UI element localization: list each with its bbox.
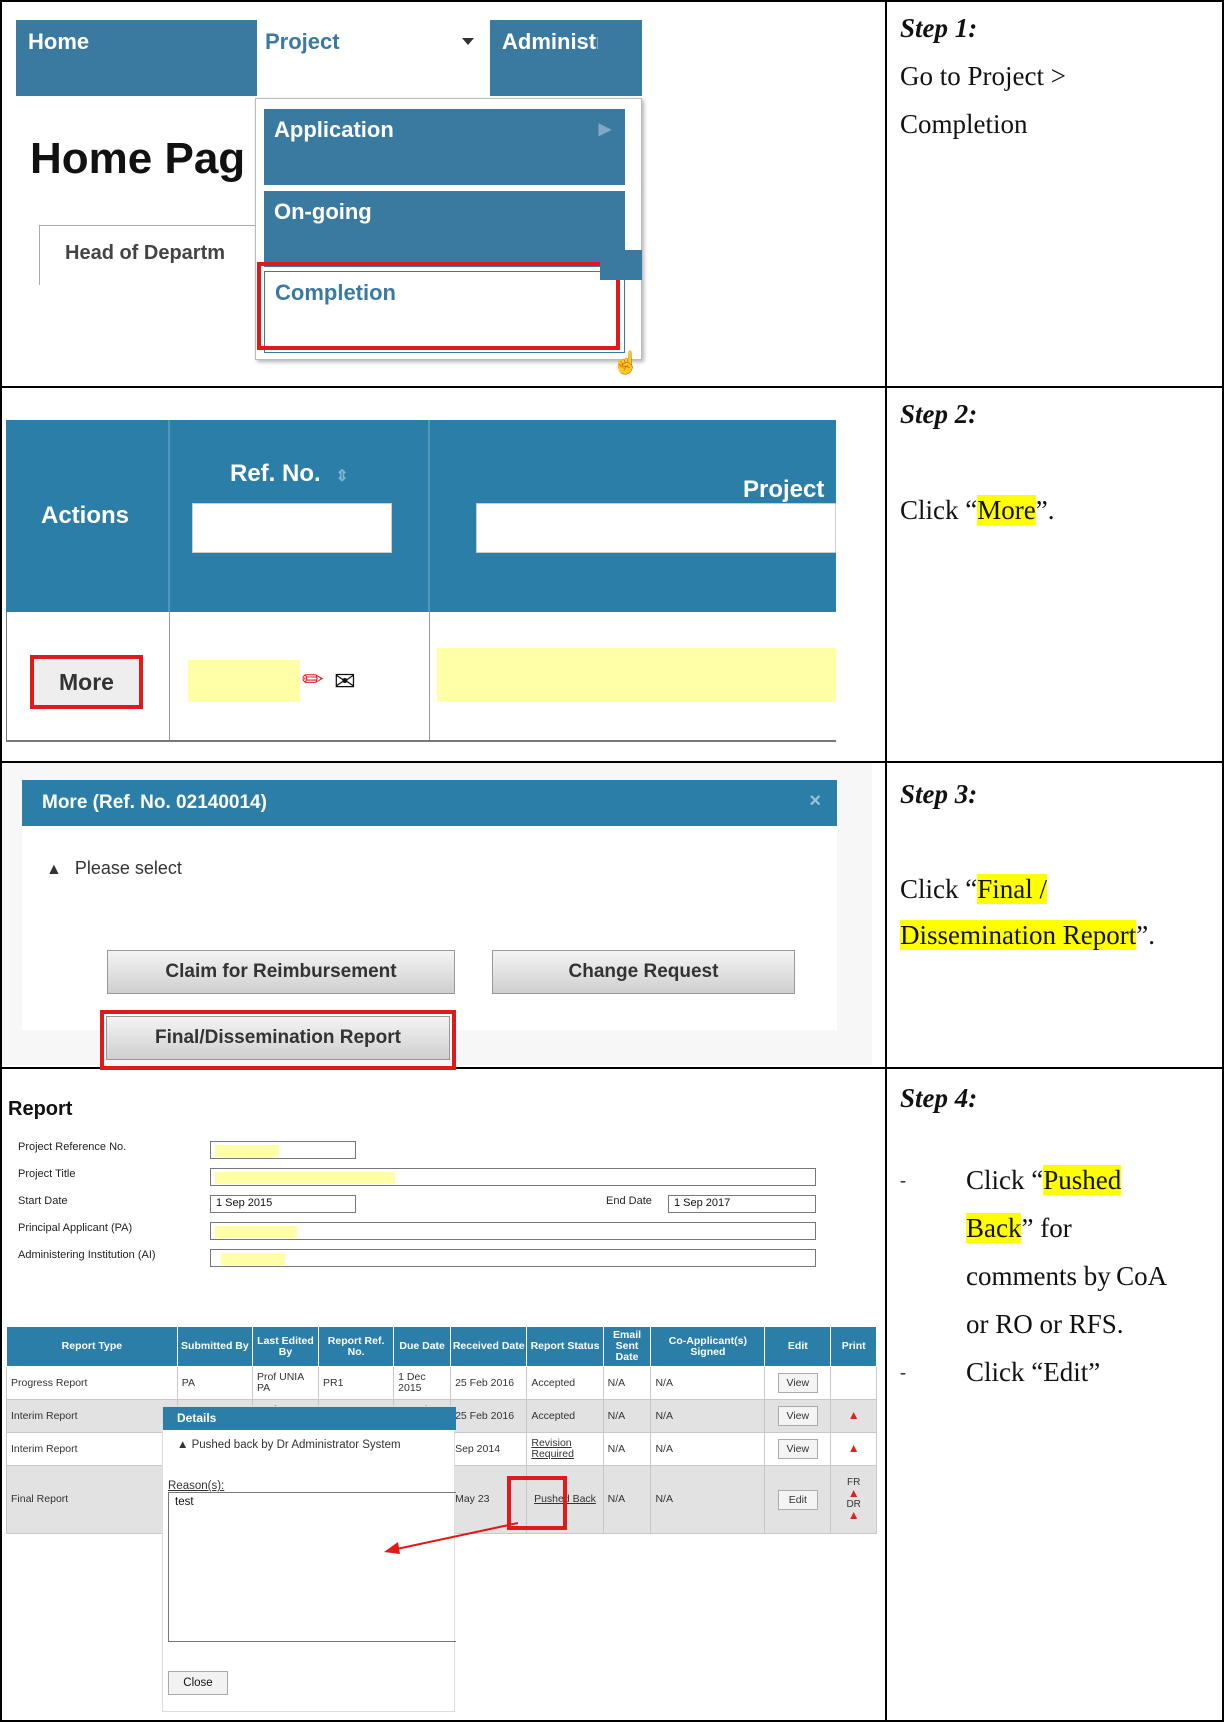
highlight-dissemination: Dissemination Report <box>900 920 1137 950</box>
highlight-box-final-report <box>100 1010 456 1070</box>
menu-item-on-going[interactable]: On-going <box>264 191 625 267</box>
step4-instruction: Step 4: - Click “Pushed Back” for commen… <box>900 1074 1222 1396</box>
table-header: Actions Ref. No. ⇕ Project <box>6 420 836 612</box>
more-button[interactable]: More <box>30 655 143 709</box>
chevron-down-icon <box>462 38 474 45</box>
highlight-back: Back <box>966 1213 1022 1243</box>
header-actions: Actions <box>41 502 130 529</box>
view-button[interactable]: View <box>777 1406 818 1426</box>
ref-no-filter-input[interactable] <box>192 503 392 553</box>
highlight-pushed: Pushed <box>1043 1165 1122 1195</box>
close-icon[interactable]: × <box>809 790 821 813</box>
details-message: ▲ Pushed back by Dr Administrator System <box>177 1439 401 1451</box>
redacted-ref-no <box>188 660 300 702</box>
table-row: Progress Report PA Prof UNIA PA PR1 1 Dec 20… <box>6 1366 877 1400</box>
step1-text-line1: Go to Project > <box>900 61 1066 91</box>
pdf-icon[interactable]: ✏ <box>302 664 324 695</box>
step1-instruction: Step 1: Go to Project > Completion <box>900 4 1222 148</box>
view-button[interactable]: View <box>777 1373 818 1393</box>
report-title: Report <box>8 1098 73 1120</box>
highlight-final: Final / <box>977 874 1047 904</box>
page-heading: Home Pag <box>30 134 246 183</box>
step3-instruction: Step 3: Click “Final / Dissemination Rep… <box>900 770 1222 958</box>
field-end-date: 1 Sep 2017 <box>668 1195 816 1213</box>
change-request-button[interactable]: Change Request <box>492 950 795 994</box>
cursor-icon: ☝ <box>612 350 640 375</box>
view-button[interactable]: View <box>777 1439 818 1459</box>
dialog-title: More (Ref. No. 02140014) × <box>22 780 837 826</box>
status-link[interactable]: Revision Required <box>526 1432 604 1466</box>
print-cell: FR ▲ DR ▲ <box>830 1465 877 1534</box>
mail-icon[interactable]: ✉ <box>334 666 356 697</box>
label-project-title: Project Title <box>18 1168 76 1180</box>
label-pa: Principal Applicant (PA) <box>18 1222 133 1234</box>
field-pa <box>210 1222 816 1240</box>
warning-icon: ▲ <box>46 861 62 878</box>
annotation-arrow <box>384 1522 519 1554</box>
label-ref-no: Project Reference No. <box>18 1141 127 1153</box>
step3-label: Step 3: <box>900 779 978 809</box>
field-project-title <box>210 1168 816 1186</box>
tab-head-of-department[interactable]: Head of Departm <box>39 225 257 285</box>
step4-label: Step 4: <box>900 1083 978 1113</box>
step1-label: Step 1: <box>900 13 978 43</box>
pdf-icon[interactable]: ▲ <box>848 1486 860 1500</box>
label-ai: Administering Institution (AI) <box>18 1249 156 1261</box>
report-table-header: Report Type Submitted By Last Edited By … <box>6 1326 877 1367</box>
sort-icon: ⇕ <box>335 468 349 485</box>
redacted-project-title <box>437 648 836 702</box>
step1-text-line2: Completion <box>900 109 1028 139</box>
nav-project[interactable]: Project <box>257 20 490 96</box>
reasons-label: Reason(s): <box>168 1480 225 1492</box>
nav-home[interactable]: Home <box>28 29 89 55</box>
pdf-icon[interactable]: ▲ <box>848 1508 860 1522</box>
details-title: Details <box>163 1407 456 1430</box>
step2-label: Step 2: <box>900 399 978 429</box>
pdf-icon[interactable]: ▲ <box>848 1408 860 1422</box>
header-ref-no[interactable]: Ref. No. ⇕ <box>230 460 349 488</box>
project-filter-input[interactable] <box>476 503 836 553</box>
field-ai <box>210 1249 816 1267</box>
chevron-right-icon: ▶ <box>598 121 611 138</box>
reasons-textarea[interactable]: test <box>168 1492 456 1642</box>
label-end-date: End Date <box>606 1195 652 1207</box>
menu-item-application[interactable]: Application ▶ <box>264 109 625 185</box>
field-start-date: 1 Sep 2015 <box>210 1195 356 1213</box>
label-start-date: Start Date <box>18 1195 68 1207</box>
warning-icon: ▲ <box>177 1439 189 1451</box>
highlight-more: More <box>977 495 1036 525</box>
edit-button[interactable]: Edit <box>777 1489 818 1510</box>
step2-instruction: Step 2: Click “More”. <box>900 390 1222 534</box>
more-dialog: More (Ref. No. 02140014) × ▲ Please sele… <box>22 780 837 1060</box>
highlight-box-completion <box>257 262 620 350</box>
claim-reimbursement-button[interactable]: Claim for Reimbursement <box>107 950 455 994</box>
header-project: Project <box>743 476 825 503</box>
dialog-notice: ▲ Please select <box>46 858 182 878</box>
close-button[interactable]: Close <box>168 1671 228 1695</box>
field-ref-no <box>210 1141 356 1159</box>
pdf-icon[interactable]: ▲ <box>848 1441 860 1455</box>
